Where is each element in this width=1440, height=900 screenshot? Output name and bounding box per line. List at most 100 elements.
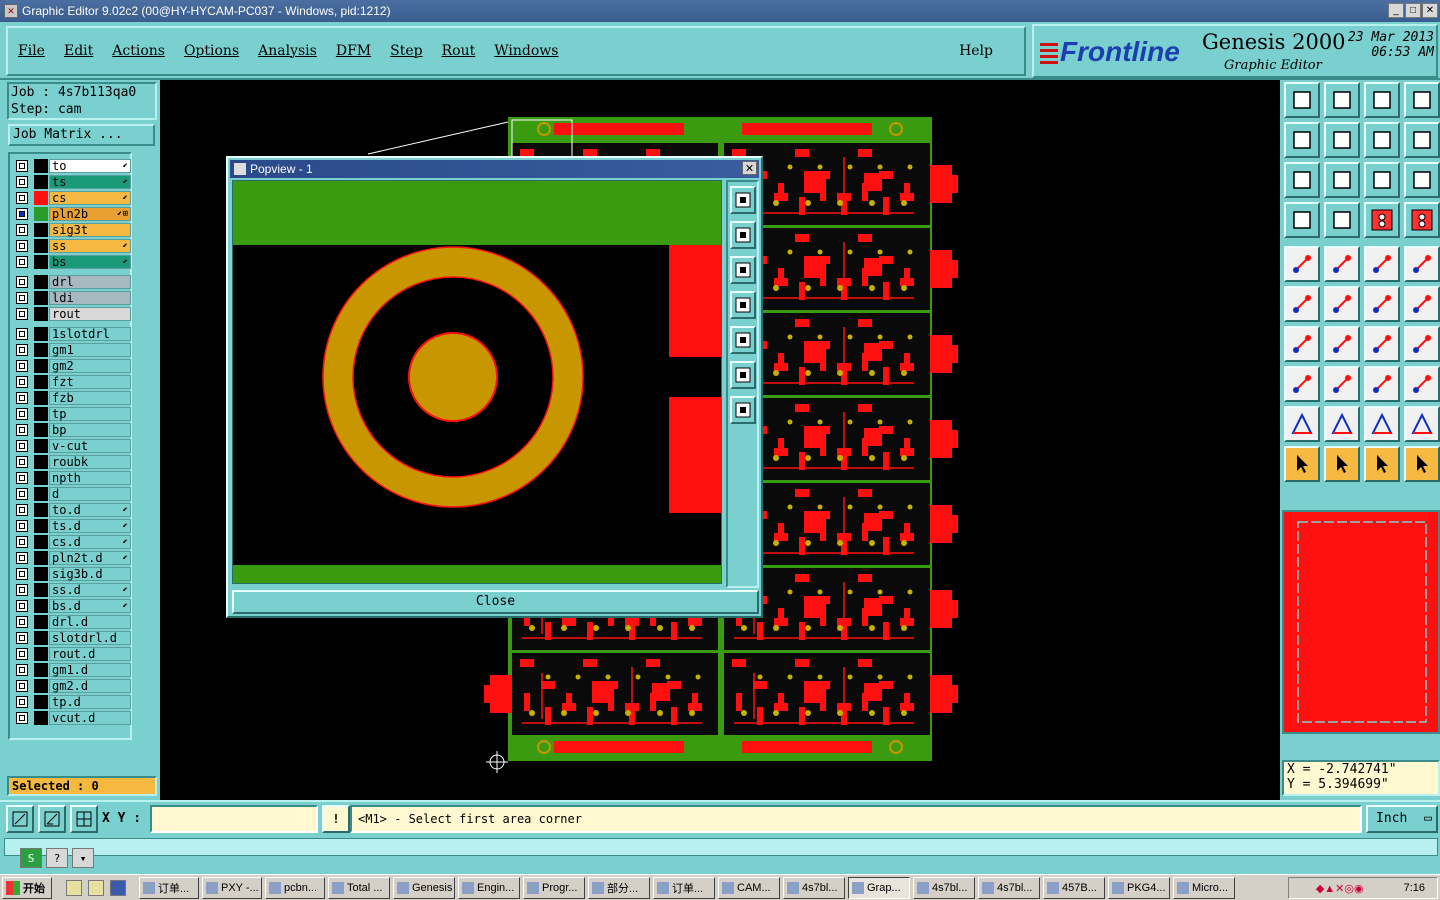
zoom-reset-button[interactable] — [1364, 82, 1400, 118]
menu-step[interactable]: Step — [390, 43, 422, 59]
pv-pan-right-button[interactable] — [730, 326, 756, 354]
taskbar-item[interactable]: 4s7bl... — [783, 876, 845, 899]
layer-row-ts.d[interactable]: ts.d ⬋ — [12, 518, 131, 533]
layer-row-rout[interactable]: rout — [12, 306, 131, 321]
layer-checkbox[interactable] — [16, 615, 28, 628]
layer-checkbox[interactable] — [16, 631, 28, 644]
layer-color-swatch[interactable] — [34, 534, 48, 549]
xy-input[interactable] — [150, 805, 318, 833]
select-arrow-button[interactable] — [1284, 446, 1320, 482]
layer-color-swatch[interactable] — [34, 646, 48, 661]
quicklaunch-browser-icon[interactable] — [110, 879, 126, 896]
layer-color-swatch[interactable] — [34, 614, 48, 629]
triangle-c-button[interactable] — [1364, 406, 1400, 442]
layer-name[interactable]: sig3b.d — [49, 566, 131, 581]
popview-close-icon[interactable]: ✕ — [742, 161, 757, 175]
feature-select-button[interactable] — [1284, 246, 1320, 282]
shapes-button[interactable] — [1404, 366, 1440, 402]
arc-button[interactable] — [1364, 326, 1400, 362]
layer-checkbox[interactable] — [16, 275, 28, 288]
arrow-down-icon[interactable]: ▾ — [72, 848, 94, 868]
layer-checkbox[interactable] — [16, 191, 28, 204]
select-rotate-button[interactable] — [1364, 446, 1400, 482]
taskbar-item[interactable]: Total ... — [328, 876, 390, 899]
layer-name[interactable]: rout.d — [49, 646, 131, 661]
add-feature-button[interactable] — [1284, 366, 1320, 402]
taskbar-item[interactable]: CAM... — [718, 876, 780, 899]
layer-color-swatch[interactable] — [34, 390, 48, 405]
zoom-area-button[interactable] — [6, 805, 34, 833]
layer-checkbox[interactable] — [16, 255, 28, 268]
layer-checkbox[interactable] — [16, 207, 28, 220]
layer-name[interactable]: npth — [49, 470, 131, 485]
pv-pan-down-button[interactable] — [730, 256, 756, 284]
taskbar-item[interactable]: 订单... — [653, 876, 715, 899]
taskbar-item[interactable]: PKG4... — [1108, 876, 1170, 899]
layer-row-slotdrl.d[interactable]: slotdrl.d — [12, 630, 131, 645]
fit-screen-button[interactable] — [1284, 162, 1320, 198]
layer-color-swatch[interactable] — [34, 662, 48, 677]
layer-name[interactable]: ldi — [49, 290, 131, 305]
layer-checkbox[interactable] — [16, 535, 28, 548]
layer-color-swatch[interactable] — [34, 238, 48, 253]
layer-checkbox[interactable] — [16, 375, 28, 388]
layer-row-v-cut[interactable]: v-cut — [12, 438, 131, 453]
layer-name[interactable]: bs ⬋ — [49, 254, 131, 269]
layer-color-swatch[interactable] — [34, 290, 48, 305]
layer-checkbox[interactable] — [16, 391, 28, 404]
layer-name[interactable]: sig3t — [49, 222, 131, 237]
layer-name[interactable]: drl.d — [49, 614, 131, 629]
layer-name[interactable]: ts.d ⬋ — [49, 518, 131, 533]
layer-color-swatch[interactable] — [34, 518, 48, 533]
move-button[interactable] — [1404, 286, 1440, 322]
layer-color-swatch[interactable] — [34, 206, 48, 221]
layer-name[interactable]: to ⬋ — [49, 158, 131, 173]
layer-name[interactable]: fzt — [49, 374, 131, 389]
layer-color-swatch[interactable] — [34, 454, 48, 469]
pv-zoom-out-button[interactable] — [730, 396, 756, 424]
maximize-button[interactable]: □ — [1405, 3, 1421, 18]
ruler-button[interactable] — [1364, 246, 1400, 282]
measure-button[interactable] — [38, 805, 66, 833]
layer-row-npth[interactable]: npth — [12, 470, 131, 485]
popview-canvas[interactable] — [232, 180, 722, 584]
layer-row-d[interactable]: d — [12, 486, 131, 501]
layer-name[interactable]: gm2 — [49, 358, 131, 373]
layer-color-swatch[interactable] — [34, 582, 48, 597]
layer-color-swatch[interactable] — [34, 694, 48, 709]
layer-checkbox[interactable] — [16, 439, 28, 452]
layer-name[interactable]: to.d ⬋ — [49, 502, 131, 517]
info-button[interactable]: ! — [322, 805, 350, 833]
layer-panel-b-button[interactable] — [1404, 202, 1440, 238]
menu-windows[interactable]: Windows — [494, 43, 558, 59]
layer-row-ts[interactable]: ts ⬋ — [12, 174, 131, 189]
layer-row-sig3b.d[interactable]: sig3b.d — [12, 566, 131, 581]
layer-name[interactable]: roubk — [49, 454, 131, 469]
layer-checkbox[interactable] — [16, 455, 28, 468]
layer-row-gm2.d[interactable]: gm2.d — [12, 678, 131, 693]
triangle-d-button[interactable] — [1404, 406, 1440, 442]
taskbar-item[interactable]: 部分... — [588, 876, 650, 899]
layer-row-fzt[interactable]: fzt — [12, 374, 131, 389]
layer-name[interactable]: tp — [49, 406, 131, 421]
layer-color-swatch[interactable] — [34, 630, 48, 645]
layer-color-swatch[interactable] — [34, 566, 48, 581]
dimension-button[interactable] — [1364, 366, 1400, 402]
layer-name[interactable]: gm1.d — [49, 662, 131, 677]
layer-name[interactable]: slotdrl.d — [49, 630, 131, 645]
line-draw-button[interactable] — [1324, 326, 1360, 362]
layer-row-pln2t.d[interactable]: pln2t.d ⬋ — [12, 550, 131, 565]
layer-checkbox[interactable] — [16, 359, 28, 372]
layer-row-bp[interactable]: bp — [12, 422, 131, 437]
layer-name[interactable]: cs ⬋ — [49, 190, 131, 205]
layer-row-fzb[interactable]: fzb — [12, 390, 131, 405]
taskbar-item[interactable]: 订单... — [139, 876, 199, 899]
layer-name[interactable]: bs.d ⬋ — [49, 598, 131, 613]
layer-row-tp.d[interactable]: tp.d — [12, 694, 131, 709]
cross-section-button[interactable] — [1324, 202, 1360, 238]
taskbar-item[interactable]: pcbn... — [265, 876, 325, 899]
layer-name[interactable]: ss ⬋ — [49, 238, 131, 253]
layer-checkbox[interactable] — [16, 711, 28, 724]
taskbar-item[interactable]: Micro... — [1173, 876, 1235, 899]
layer-color-swatch[interactable] — [34, 598, 48, 613]
